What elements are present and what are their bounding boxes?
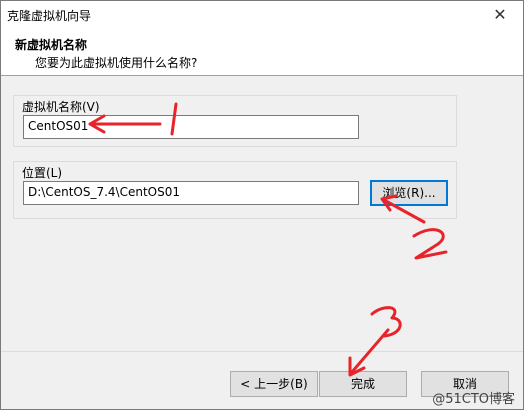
vm-name-input[interactable]: CentOS01 [23,115,359,139]
back-button[interactable]: < 上一步(B) [230,371,318,397]
location-group: 位置(L) D:\CentOS_7.4\CentOS01 浏览(R)... [13,161,457,219]
wizard-header: 新虚拟机名称 您要为此虚拟机使用什么名称? [1,29,523,76]
window-title: 克隆虚拟机向导 [7,9,92,23]
vm-name-group: 虚拟机名称(V) CentOS01 [13,95,457,147]
browse-button[interactable]: 浏览(R)... [370,180,448,206]
clone-vm-wizard-window: 克隆虚拟机向导 ✕ 新虚拟机名称 您要为此虚拟机使用什么名称? 虚拟机名称(V)… [0,0,524,410]
vm-name-label: 虚拟机名称(V) [22,100,100,114]
watermark: @51CTO博客 [432,392,515,407]
title-bar: 克隆虚拟机向导 ✕ [1,1,523,29]
close-button[interactable]: ✕ [477,1,523,29]
location-label: 位置(L) [22,166,63,180]
location-input[interactable]: D:\CentOS_7.4\CentOS01 [23,181,359,205]
footer-divider [1,351,523,352]
page-title: 新虚拟机名称 [15,38,88,52]
finish-button[interactable]: 完成 [319,371,407,397]
page-subtitle: 您要为此虚拟机使用什么名称? [35,56,198,70]
close-icon: ✕ [493,5,507,24]
